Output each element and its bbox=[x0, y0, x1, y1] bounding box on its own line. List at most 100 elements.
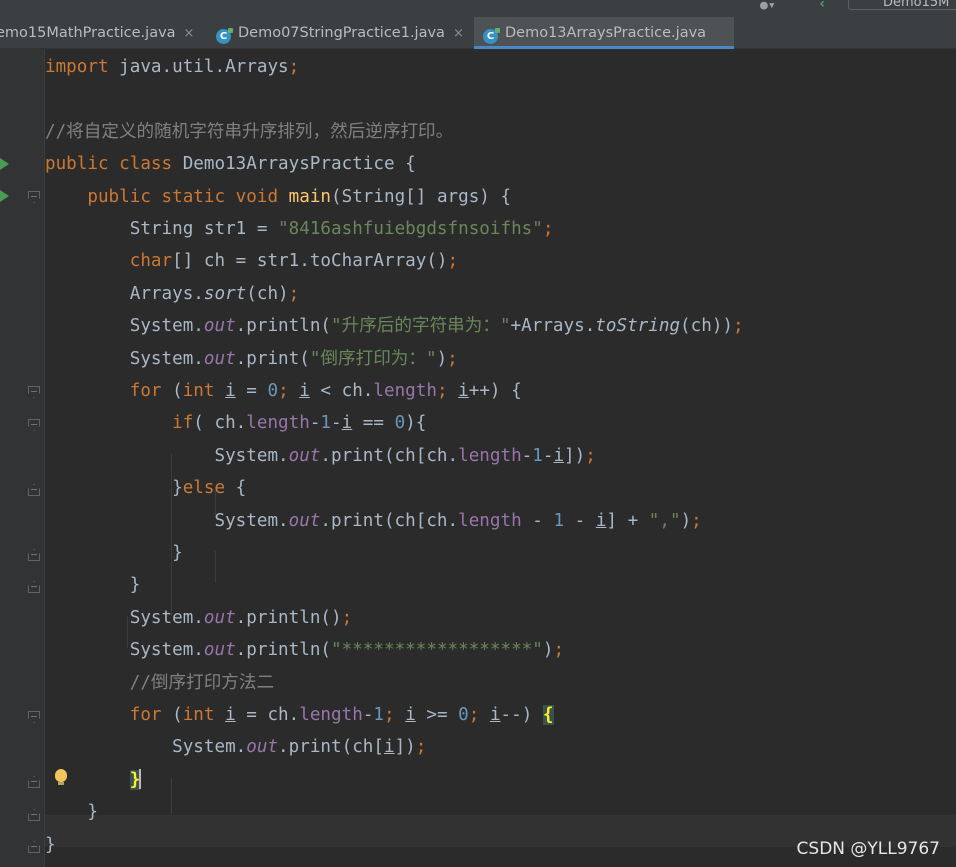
run-play-icon[interactable] bbox=[0, 158, 9, 170]
code-token: System. bbox=[45, 640, 204, 661]
code-line[interactable]: System.out.print("倒序打印为："); bbox=[45, 343, 458, 375]
code-token: i bbox=[225, 705, 236, 725]
code-token: ]) bbox=[394, 737, 416, 758]
editor-tab-bar: emo15MathPractice.java × C Demo07StringPra… bbox=[0, 17, 956, 49]
code-token: toString bbox=[595, 316, 681, 337]
code-line[interactable]: public class Demo13ArraysPractice { bbox=[45, 148, 416, 180]
code-token: ; bbox=[468, 705, 490, 725]
tab-demo15mathpractice[interactable]: emo15MathPractice.java × bbox=[0, 17, 196, 49]
code-token: out bbox=[203, 316, 236, 337]
code-line[interactable]: import java.util.Arrays; bbox=[45, 51, 299, 83]
indent-guide bbox=[215, 551, 216, 583]
code-token: length bbox=[299, 705, 363, 725]
code-token: String str1 = bbox=[45, 219, 279, 239]
code-line[interactable]: System.out.print(ch[ch.length-1-i]); bbox=[45, 440, 595, 472]
toolbar-strip: ●▾ ‹ Demo15M bbox=[0, 0, 956, 17]
code-token: import bbox=[45, 57, 109, 77]
code-line[interactable]: public static void main(String[] args) { bbox=[45, 181, 511, 213]
code-token: out bbox=[288, 445, 321, 466]
code-token: length bbox=[373, 381, 437, 401]
code-token: ; bbox=[691, 510, 702, 531]
code-token: = bbox=[235, 381, 268, 401]
code-token: } bbox=[45, 834, 56, 855]
code-token: ; bbox=[341, 607, 353, 628]
code-line[interactable]: System.out.println("升序后的字符串为："+Arrays.to… bbox=[45, 310, 744, 342]
code-token: ) bbox=[680, 510, 692, 531]
code-token: (String[] args) { bbox=[331, 186, 512, 207]
code-token: length bbox=[246, 413, 310, 434]
code-token: ; bbox=[447, 251, 459, 272]
code-line[interactable]: Arrays.sort(ch); bbox=[45, 278, 300, 310]
code-line[interactable]: } bbox=[45, 829, 56, 861]
code-token: ( bbox=[172, 705, 183, 725]
code-line[interactable]: for (int i = 0; i < ch.length; i++) { bbox=[45, 375, 522, 407]
code-line[interactable]: } bbox=[45, 537, 183, 569]
code-token: sort bbox=[203, 283, 247, 304]
code-line[interactable]: System.out.print(ch[i]); bbox=[45, 731, 426, 763]
intention-bulb-icon[interactable] bbox=[55, 769, 67, 785]
code-token: .println( bbox=[235, 640, 332, 661]
code-line[interactable]: }else { bbox=[45, 472, 246, 504]
code-token: int bbox=[182, 381, 226, 401]
code-token: --) bbox=[500, 705, 543, 725]
code-token: ) bbox=[542, 640, 554, 661]
code-token: ; bbox=[415, 737, 427, 758]
code-token: - bbox=[564, 510, 596, 531]
code-line[interactable]: char[] ch = str1.toCharArray(); bbox=[45, 245, 458, 277]
code-token: ; bbox=[447, 348, 458, 369]
code-token: main bbox=[288, 186, 332, 207]
code-line[interactable]: System.out.println(); bbox=[45, 602, 352, 634]
code-token: i bbox=[341, 413, 353, 434]
user-icon[interactable]: ●▾ bbox=[760, 0, 776, 13]
code-line[interactable]: } bbox=[45, 796, 98, 828]
code-token: ++) { bbox=[468, 381, 522, 401]
code-line[interactable]: for (int i = ch.length-1; i >= 0; i--) { bbox=[45, 699, 554, 731]
code-token: 0 bbox=[267, 381, 279, 401]
code-token: - bbox=[362, 705, 374, 725]
code-token: Demo13ArraysPractice { bbox=[182, 154, 416, 175]
run-play-icon[interactable] bbox=[0, 190, 9, 202]
code-line[interactable]: } bbox=[45, 569, 141, 601]
watermark: CSDN @YLL9767 bbox=[796, 839, 940, 859]
code-token: ; bbox=[553, 640, 565, 661]
code-token: ] + bbox=[606, 510, 649, 531]
code-line[interactable]: System.out.print(ch[ch.length - 1 - i] +… bbox=[45, 505, 702, 537]
code-editor[interactable]: import java.util.Arrays; //将自定义的随机字符串升序排列… bbox=[45, 49, 956, 867]
code-token: for bbox=[129, 705, 173, 725]
code-token: "8416ashfuiebgdsfnsoifhs" bbox=[278, 219, 543, 239]
code-token: ( bbox=[172, 381, 183, 401]
tab-demo13arrayspractice[interactable]: C Demo13ArraysPractice.java bbox=[474, 17, 734, 49]
back-arrow-icon[interactable]: ‹ bbox=[818, 0, 826, 12]
code-token: - bbox=[309, 413, 321, 434]
code-token: System. bbox=[45, 607, 204, 628]
code-token: - bbox=[521, 510, 554, 531]
code-line[interactable]: System.out.println("******************")… bbox=[45, 634, 564, 666]
code-line[interactable]: //将自定义的随机字符串升序排列，然后逆序打印。 bbox=[45, 116, 453, 148]
close-icon[interactable]: × bbox=[453, 26, 464, 41]
code-token: ( ch. bbox=[193, 413, 247, 434]
close-icon[interactable]: × bbox=[184, 26, 195, 41]
code-line[interactable]: String str1 = "8416ashfuiebgdsfnsoifhs"; bbox=[45, 213, 554, 245]
code-token: .print(ch[ch. bbox=[320, 510, 459, 531]
code-token: java.util.Arrays bbox=[108, 57, 289, 77]
code-token: public class bbox=[45, 154, 183, 175]
run-configuration-selector[interactable]: Demo15M bbox=[848, 0, 956, 10]
code-line[interactable]: if( ch.length-1-i == 0){ bbox=[45, 407, 426, 439]
code-line[interactable]: //倒序打印方法二 bbox=[45, 667, 274, 699]
code-token: char bbox=[129, 251, 173, 272]
code-token: System. bbox=[45, 737, 247, 758]
code-token: //倒序打印方法二 bbox=[129, 672, 275, 693]
code-token: if bbox=[172, 413, 194, 434]
tab-demo07stringpractice1[interactable]: C Demo07StringPractice1.java × bbox=[208, 17, 472, 49]
code-token: } bbox=[45, 543, 183, 563]
code-token: 0 bbox=[394, 413, 406, 434]
code-token: ; bbox=[278, 381, 300, 401]
code-token: public static void bbox=[87, 186, 289, 207]
code-token: "升序后的字符串为：" bbox=[331, 316, 511, 337]
code-token: ) bbox=[436, 348, 448, 369]
code-token: (ch)) bbox=[680, 316, 734, 337]
